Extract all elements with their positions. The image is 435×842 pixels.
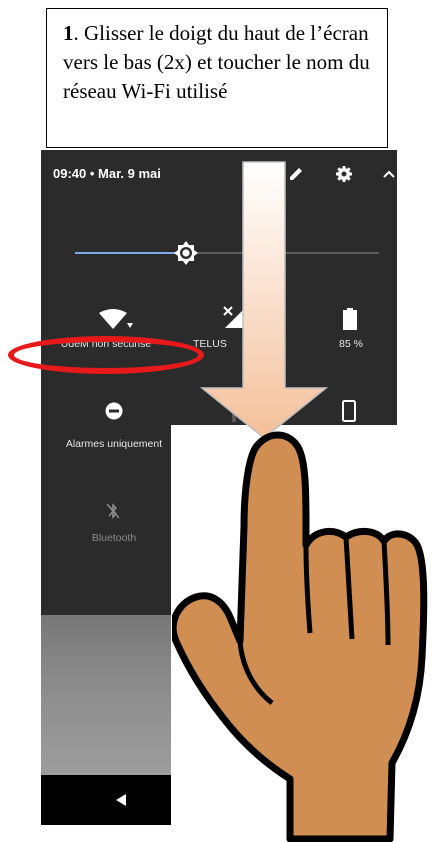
back-triangle-icon[interactable]	[114, 793, 128, 807]
do-not-disturb-icon[interactable]	[105, 402, 123, 420]
wifi-icon[interactable]	[97, 309, 133, 331]
brightness-slider-active[interactable]	[75, 252, 179, 254]
swipe-down-arrow-icon	[199, 161, 328, 439]
instruction-text: . Glisser le doigt du haut de l’écran ve…	[63, 21, 370, 103]
step-number: 1	[63, 21, 74, 45]
tile-dnd-label[interactable]: Alarmes uniquement	[41, 438, 187, 450]
instruction-box: 1. Glisser le doigt du haut de l’écran v…	[46, 8, 388, 148]
pointing-hand-icon	[172, 431, 428, 842]
status-time-date: 09:40 • Mar. 9 mai	[53, 166, 161, 181]
wifi-highlight-ring	[8, 336, 204, 374]
bluetooth-off-icon[interactable]	[106, 502, 120, 520]
tile-bluetooth-label[interactable]: Bluetooth	[41, 532, 187, 544]
battery-icon[interactable]	[343, 308, 357, 330]
phone-portrait-icon[interactable]	[342, 400, 356, 422]
brightness-icon[interactable]	[173, 240, 199, 266]
collapse-chevron-icon[interactable]	[379, 164, 397, 184]
settings-gear-icon[interactable]	[334, 164, 354, 184]
